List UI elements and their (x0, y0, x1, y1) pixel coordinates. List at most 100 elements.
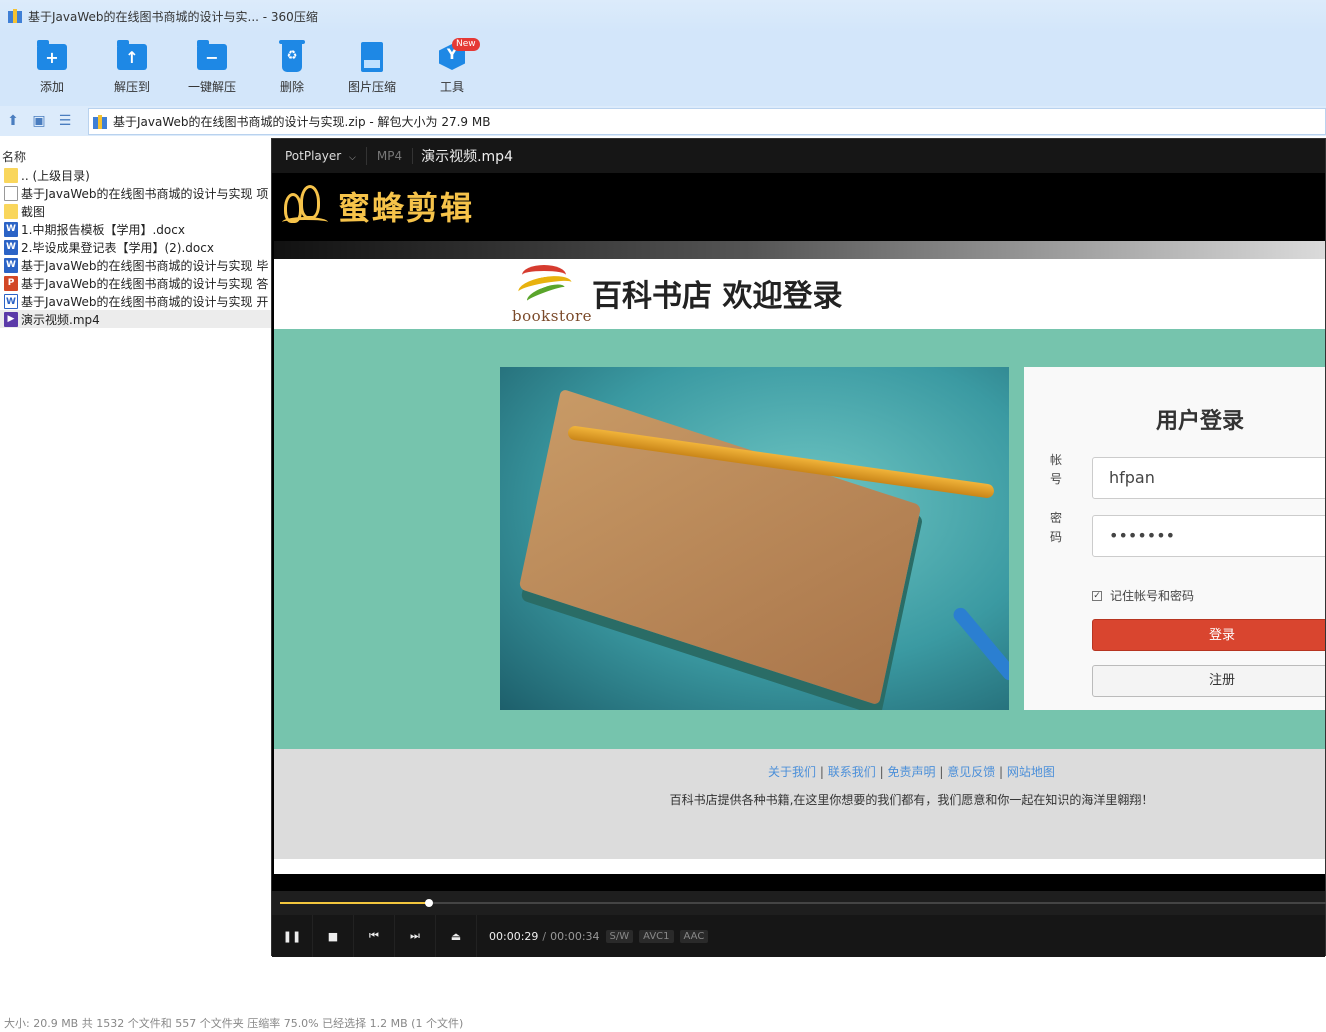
footer-link-disclaimer[interactable]: 免责声明 (887, 765, 935, 779)
seek-bar[interactable] (272, 891, 1326, 915)
footer-link-about[interactable]: 关于我们 (768, 765, 816, 779)
file-name: .. (上级目录) (21, 168, 90, 183)
site-title: 百科书店 欢迎登录 (592, 279, 843, 314)
watermark: 蜜蜂剪辑 (280, 183, 474, 229)
add-folder-icon: + (37, 40, 67, 70)
bookstore-logo: bookstore (510, 261, 593, 325)
video-area[interactable]: 蜜蜂剪辑 bookstore 百科书店 欢迎登录 用户登录 帐号 hfpan 密… (272, 173, 1325, 891)
window-title: 基于JavaWeb的在线图书商城的设计与实... - 360压缩 (28, 9, 318, 24)
webpage-top-band (274, 241, 1325, 259)
new-badge: New (452, 38, 480, 51)
file-row[interactable]: W 2.毕设成果登记表【学用】(2).docx (0, 238, 272, 256)
document-file-icon: W (4, 239, 18, 255)
footer-link-sitemap[interactable]: 网站地图 (1007, 765, 1055, 779)
player-filename: 演示视频.mp4 (421, 149, 513, 165)
file-name: 1.中期报告模板【学用】.docx (21, 222, 185, 237)
one-click-folder-icon: − (197, 40, 227, 70)
file-row[interactable]: 截图 (0, 202, 272, 220)
file-row[interactable]: W 1.中期报告模板【学用】.docx (0, 220, 272, 238)
document-file-icon: W (4, 221, 18, 237)
thumbnail-view-button[interactable]: ▣ (26, 109, 52, 133)
previous-button[interactable]: ⏮ (354, 915, 395, 957)
column-header-name[interactable]: 名称 (0, 136, 272, 166)
document-file-icon: W (4, 293, 18, 309)
footer-text: 百科书店提供各种书籍,在这里你想要的我们都有，我们愿意和你一起在知识的海洋里翱翔… (669, 793, 1154, 807)
format-label: MP4 (367, 148, 414, 164)
address-bar: ⬆ ▣ ☰ 基于JavaWeb的在线图书商城的设计与实现.zip - 解包大小为… (0, 106, 1326, 136)
zip-archive-icon (8, 9, 22, 23)
logo-text: bookstore (512, 307, 593, 325)
footer-separator: | (879, 765, 884, 779)
main-toolbar: + 添加 ↑ 解压到 − 一键解压 ♻ 删除 图片压缩 Y 工具 (0, 32, 1326, 106)
up-level-button[interactable]: ⬆ (0, 109, 26, 133)
tools-label: 工具 (439, 80, 464, 94)
chevron-down-icon: ⌵ (349, 153, 356, 163)
duration: 00:00:34 (550, 929, 600, 943)
zip-archive-icon (93, 114, 107, 129)
decoder-tag[interactable]: S/W (605, 929, 634, 943)
address-field[interactable]: 基于JavaWeb的在线图书商城的设计与实现.zip - 解包大小为 27.9 … (88, 108, 1326, 135)
video-codec-tag[interactable]: AVC1 (639, 929, 674, 943)
stop-button[interactable]: ■ (313, 915, 354, 957)
webpage-frame: bookstore 百科书店 欢迎登录 用户登录 帐号 hfpan 密码 •••… (274, 241, 1325, 874)
audio-codec-tag[interactable]: AAC (679, 929, 709, 943)
list-view-button[interactable]: ☰ (52, 109, 78, 133)
webpage-footer: 关于我们 | 联系我们 | 免责声明 | 意见反馈 | 网站地图 百科书店提供各… (274, 749, 1325, 859)
add-button[interactable]: + 添加 (12, 32, 92, 106)
extract-to-label: 解压到 (113, 80, 150, 94)
arrow-up-icon: ⬆ (7, 113, 19, 129)
hero-image (500, 367, 1009, 710)
bee-logo-icon (280, 183, 332, 229)
potplayer-window: PotPlayer ⌵ MP4 演示视频.mp4 蜜蜂剪辑 bookstore … (271, 138, 1326, 957)
ppt-file-icon: P (4, 275, 18, 291)
remember-label: 记住帐号和密码 (1110, 589, 1195, 603)
file-row[interactable]: ▶ 演示视频.mp4 (0, 310, 272, 328)
file-row[interactable]: 基于JavaWeb的在线图书商城的设计与实现 项 (0, 184, 272, 202)
footer-separator: | (999, 765, 1004, 779)
image-file-icon (361, 42, 383, 72)
image-compress-button[interactable]: 图片压缩 (332, 32, 412, 106)
webpage-header: bookstore 百科书店 欢迎登录 (274, 259, 1325, 329)
player-titlebar: PotPlayer ⌵ MP4 演示视频.mp4 (272, 139, 1325, 173)
player-brand: PotPlayer (285, 149, 342, 163)
footer-link-contact[interactable]: 联系我们 (828, 765, 876, 779)
file-row[interactable]: W 基于JavaWeb的在线图书商城的设计与实现 开 (0, 292, 272, 310)
window-titlebar: 基于JavaWeb的在线图书商城的设计与实... - 360压缩 (0, 0, 1326, 32)
delete-button[interactable]: ♻ 删除 (252, 32, 332, 106)
pause-button[interactable]: ❚❚ (272, 915, 313, 957)
footer-link-feedback[interactable]: 意见反馈 (947, 765, 995, 779)
extract-to-button[interactable]: ↑ 解压到 (92, 32, 172, 106)
login-button[interactable]: 登录 (1092, 619, 1325, 651)
next-button[interactable]: ⏭ (395, 915, 436, 957)
file-row[interactable]: P 基于JavaWeb的在线图书商城的设计与实现 答 (0, 274, 272, 292)
file-row[interactable]: .. (上级目录) (0, 166, 272, 184)
file-name: 基于JavaWeb的在线图书商城的设计与实现 开 (21, 294, 269, 309)
one-click-extract-button[interactable]: − 一键解压 (172, 32, 252, 106)
add-label: 添加 (39, 80, 64, 94)
file-name: 基于JavaWeb的在线图书商城的设计与实现 项 (21, 186, 269, 201)
extract-folder-icon: ↑ (117, 40, 147, 70)
file-list: 名称 .. (上级目录) 基于JavaWeb的在线图书商城的设计与实现 项截图 W 1… (0, 136, 272, 1016)
checkbox-checked-icon: ✓ (1092, 590, 1102, 601)
footer-links: 关于我们 | 联系我们 | 免责声明 | 意见反馈 | 网站地图 (274, 763, 1325, 780)
file-row[interactable]: W 基于JavaWeb的在线图书商城的设计与实现 毕 (0, 256, 272, 274)
delete-label: 删除 (279, 80, 304, 94)
footer-separator: | (819, 765, 824, 779)
seek-handle[interactable] (425, 899, 433, 907)
stop-icon: ■ (327, 929, 339, 943)
skip-next-icon: ⏭ (410, 929, 420, 942)
remember-checkbox[interactable]: ✓ 记住帐号和密码 (1092, 587, 1194, 604)
password-input[interactable]: ••••••• (1092, 515, 1325, 557)
recycle-bin-icon: ♻ (279, 40, 305, 72)
pause-icon: ❚❚ (282, 929, 302, 943)
player-controls: ❚❚ ■ ⏮ ⏭ ⏏ 00:00:29/00:00:34 S/W AVC1 AA… (272, 915, 1325, 957)
seek-track[interactable] (280, 899, 1326, 907)
potplayer-menu-button[interactable]: PotPlayer ⌵ (272, 147, 367, 165)
login-panel: 用户登录 帐号 hfpan 密码 ••••••• ✓ 记住帐号和密码 登录 注册 (1024, 367, 1325, 710)
seek-progress (280, 902, 429, 904)
register-button[interactable]: 注册 (1092, 665, 1325, 697)
eject-icon: ⏏ (450, 929, 462, 943)
eject-button[interactable]: ⏏ (436, 915, 477, 957)
current-time: 00:00:29 (489, 929, 539, 943)
account-input[interactable]: hfpan (1092, 457, 1325, 499)
